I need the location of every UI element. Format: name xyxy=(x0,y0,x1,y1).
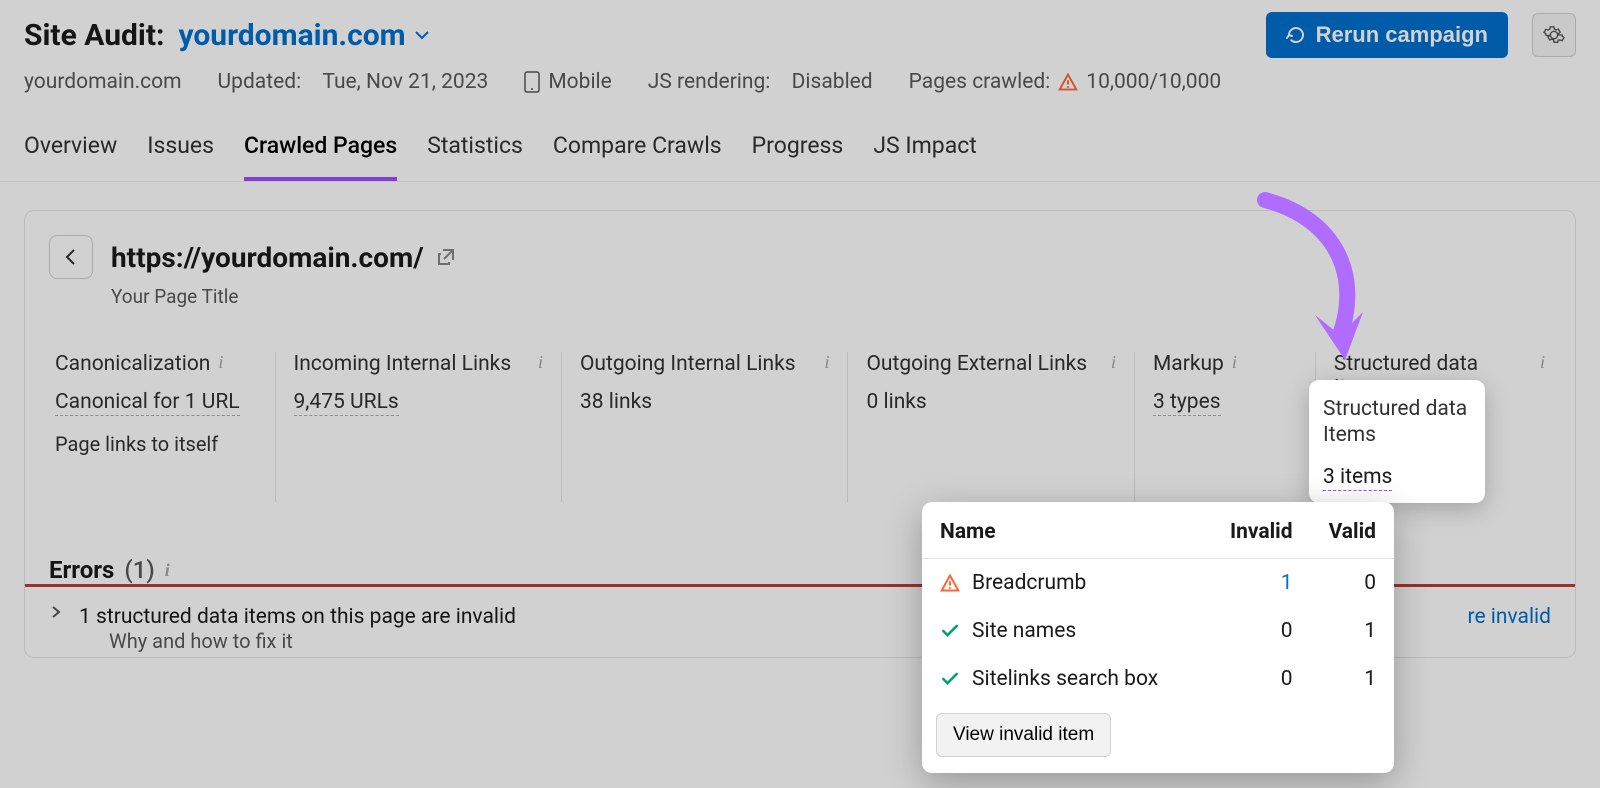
page-title: Your Page Title xyxy=(25,279,1575,308)
meta-domain: yourdomain.com xyxy=(24,70,182,94)
row-valid-0: 0 xyxy=(1311,559,1394,608)
arrow-left-icon xyxy=(61,247,81,267)
domain-selector[interactable]: yourdomain.com xyxy=(178,18,429,53)
col-valid: Valid xyxy=(1311,502,1394,559)
markup-link[interactable]: 3 types xyxy=(1153,390,1221,416)
chevron-right-icon xyxy=(49,605,63,619)
stat-outgoing-external: Outgoing External Links i 0 links xyxy=(847,352,1133,502)
table-row: Sitelinks search box 0 1 xyxy=(922,655,1394,703)
info-icon[interactable]: i xyxy=(1111,352,1116,373)
row-name-1: Site names xyxy=(972,619,1076,643)
structured-data-value-link[interactable]: 3 items xyxy=(1323,465,1392,491)
row-valid-2: 1 xyxy=(1311,655,1394,703)
settings-button[interactable] xyxy=(1532,13,1576,57)
structured-data-card-highlight[interactable]: Structured data Items 3 items xyxy=(1309,380,1485,503)
check-icon xyxy=(940,621,960,641)
tab-crawled-pages[interactable]: Crawled Pages xyxy=(244,132,397,181)
row-invalid-2: 0 xyxy=(1212,655,1311,703)
info-icon[interactable]: i xyxy=(538,352,543,373)
meta-js-rendering: JS rendering: Disabled xyxy=(648,70,873,94)
stat-outgoing-internal: Outgoing Internal Links i 38 links xyxy=(561,352,847,502)
refresh-icon xyxy=(1286,25,1306,45)
stat-markup: Markup i 3 types xyxy=(1134,352,1315,502)
table-row: Site names 0 1 xyxy=(922,607,1394,655)
incoming-internal-link[interactable]: 9,475 URLs xyxy=(294,390,399,416)
canonicalization-link[interactable]: Canonical for 1 URL xyxy=(55,390,240,416)
structured-data-label: Structured data Items xyxy=(1323,396,1471,449)
mobile-icon xyxy=(524,71,540,93)
tab-progress[interactable]: Progress xyxy=(752,132,844,181)
error-why-link[interactable]: Why and how to fix it xyxy=(79,629,516,653)
domain-name: yourdomain.com xyxy=(178,18,405,53)
row-invalid-0[interactable]: 1 xyxy=(1281,571,1293,595)
col-invalid: Invalid xyxy=(1212,502,1311,559)
structured-data-popover: Name Invalid Valid Breadcrumb 1 0 Site n… xyxy=(922,502,1394,773)
meta-device: Mobile xyxy=(524,70,611,94)
tab-statistics[interactable]: Statistics xyxy=(427,132,523,181)
meta-bar: yourdomain.com Updated: Tue, Nov 21, 202… xyxy=(24,58,1576,94)
info-icon[interactable]: i xyxy=(1540,352,1545,373)
info-icon[interactable]: i xyxy=(218,352,223,373)
error-item-text: 1 structured data items on this page are… xyxy=(79,605,516,629)
table-row: Breadcrumb 1 0 xyxy=(922,559,1394,608)
chevron-down-icon xyxy=(414,27,430,43)
errors-heading: Errors (1) i xyxy=(49,556,170,584)
page-url: https://yourdomain.com/ xyxy=(111,241,424,274)
rerun-label: Rerun campaign xyxy=(1316,22,1488,48)
external-link-icon[interactable] xyxy=(436,247,456,267)
check-icon xyxy=(940,669,960,689)
warning-icon xyxy=(940,573,960,593)
error-right-link[interactable]: re invalid xyxy=(1468,605,1551,629)
tab-issues[interactable]: Issues xyxy=(147,132,214,181)
stat-canonicalization: Canonicalization i Canonical for 1 URL P… xyxy=(37,352,275,502)
tab-bar: Overview Issues Crawled Pages Statistics… xyxy=(0,102,1600,182)
warning-icon xyxy=(1058,72,1078,92)
gear-icon xyxy=(1543,24,1565,46)
info-icon[interactable]: i xyxy=(165,560,170,581)
meta-updated: Updated: Tue, Nov 21, 2023 xyxy=(218,70,489,94)
info-icon[interactable]: i xyxy=(824,352,829,373)
canonicalization-note: Page links to itself xyxy=(55,432,257,456)
meta-pages-crawled: Pages crawled: 10,000/10,000 xyxy=(909,70,1222,94)
col-name: Name xyxy=(922,502,1212,559)
back-button[interactable] xyxy=(49,235,93,279)
tab-overview[interactable]: Overview xyxy=(24,132,117,181)
row-name-0: Breadcrumb xyxy=(972,571,1086,595)
row-invalid-1: 0 xyxy=(1212,607,1311,655)
tab-compare-crawls[interactable]: Compare Crawls xyxy=(553,132,722,181)
view-invalid-button[interactable]: View invalid item xyxy=(936,713,1111,757)
outgoing-external-value: 0 links xyxy=(866,390,1115,414)
info-icon[interactable]: i xyxy=(1232,352,1237,373)
tab-js-impact[interactable]: JS Impact xyxy=(873,132,976,181)
outgoing-internal-value: 38 links xyxy=(580,390,829,414)
tool-title: Site Audit: xyxy=(24,18,164,53)
stat-incoming-internal: Incoming Internal Links i 9,475 URLs xyxy=(275,352,561,502)
rerun-campaign-button[interactable]: Rerun campaign xyxy=(1266,12,1508,58)
row-name-2: Sitelinks search box xyxy=(972,667,1158,691)
row-valid-1: 1 xyxy=(1311,607,1394,655)
